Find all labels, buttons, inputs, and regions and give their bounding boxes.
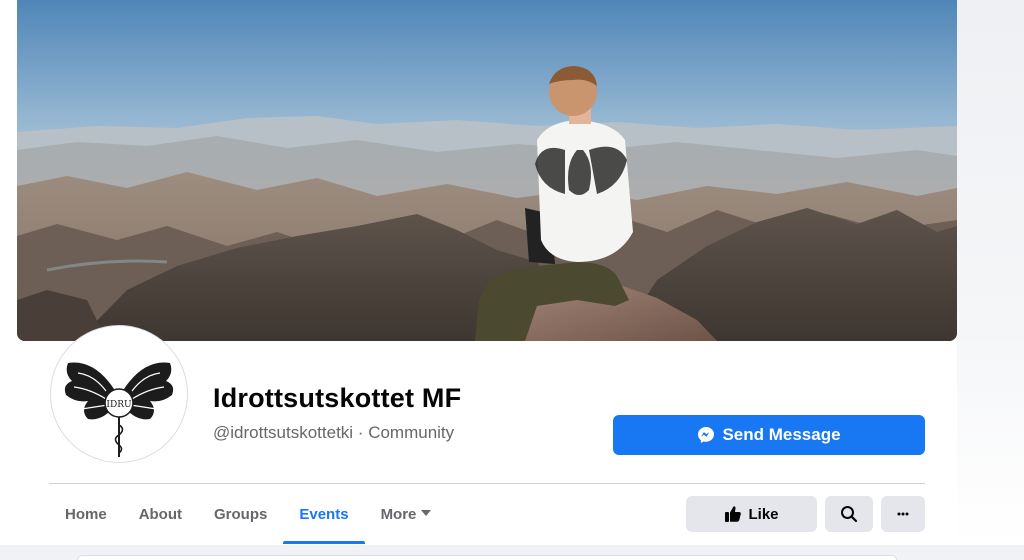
caret-down-icon bbox=[421, 510, 432, 516]
ellipsis-icon bbox=[896, 512, 910, 516]
header-background bbox=[957, 0, 1024, 545]
search-icon bbox=[840, 505, 858, 523]
like-button[interactable]: Like bbox=[686, 496, 817, 532]
page-title: Idrottsutskottet MF bbox=[213, 383, 462, 413]
page-header: IDRU Idrottsutskottet MF @idrottsutskott… bbox=[0, 0, 1024, 545]
messenger-icon bbox=[697, 426, 715, 444]
tab-groups-label: Groups bbox=[214, 505, 268, 523]
like-label: Like bbox=[748, 505, 779, 523]
avatar-initials: IDRU bbox=[106, 400, 132, 410]
thumbs-up-icon bbox=[724, 505, 742, 523]
tab-events[interactable]: Events bbox=[283, 484, 365, 544]
tab-more-label: More bbox=[380, 505, 417, 523]
tab-events-label: Events bbox=[299, 505, 349, 523]
page-handle-category: @idrottsutskottetki · Community bbox=[213, 423, 455, 442]
send-message-button[interactable]: Send Message bbox=[613, 415, 925, 455]
cover-photo[interactable] bbox=[17, 0, 957, 341]
tab-groups[interactable]: Groups bbox=[198, 484, 283, 544]
tab-about[interactable]: About bbox=[123, 484, 198, 544]
page-tabs: Home About Groups Events More bbox=[49, 484, 447, 544]
content-card bbox=[77, 555, 897, 560]
tab-home[interactable]: Home bbox=[49, 484, 123, 544]
search-button[interactable] bbox=[825, 496, 873, 532]
tab-about-label: About bbox=[138, 505, 183, 523]
send-message-label: Send Message bbox=[722, 425, 841, 444]
tab-home-label: Home bbox=[65, 505, 107, 523]
page-avatar[interactable]: IDRU bbox=[51, 326, 187, 462]
more-options-button[interactable] bbox=[881, 496, 925, 532]
tab-more[interactable]: More bbox=[365, 484, 448, 544]
